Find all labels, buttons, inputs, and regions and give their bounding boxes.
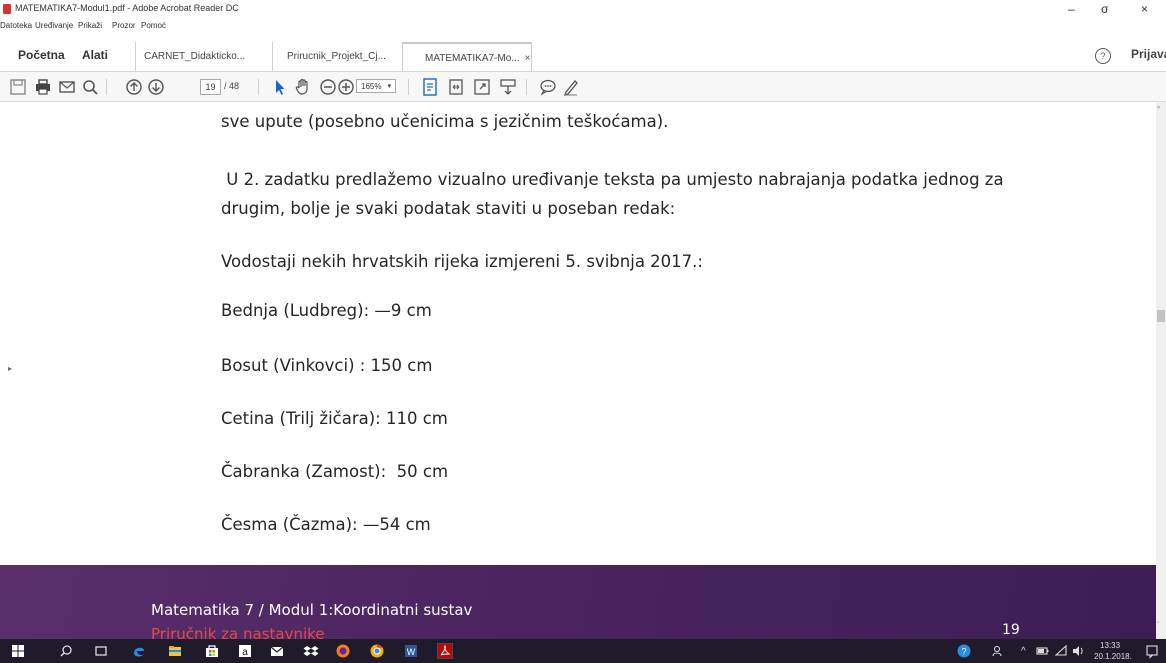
print-icon[interactable]: [33, 77, 53, 97]
notification-icon[interactable]: [1144, 643, 1160, 659]
close-window-button[interactable]: ×: [1141, 2, 1148, 16]
toolbar-divider: [408, 79, 409, 95]
footer-subtitle: Priručnik za nastavnike: [151, 625, 325, 639]
page-up-icon[interactable]: [124, 77, 144, 97]
maximize-button[interactable]: σ: [1101, 2, 1108, 16]
river-reading: Česma (Čazma): —54 cm: [221, 515, 431, 534]
document-text-line: sve upute (posebno učenicima s jezičnim …: [221, 112, 669, 131]
document-text-line: Vodostaji nekih hrvatskih rijeka izmjere…: [221, 252, 703, 271]
dropbox-icon[interactable]: [303, 643, 319, 659]
tab-close-icon[interactable]: ×: [525, 53, 531, 64]
document-tab-label: CARNET_Didakticko...: [144, 51, 246, 62]
svg-text:a: a: [242, 647, 248, 658]
select-cursor-icon[interactable]: [270, 77, 290, 97]
tab-home[interactable]: Početna: [18, 48, 65, 62]
footer-title: Matematika 7 / Modul 1:Koordinatni susta…: [151, 601, 473, 619]
title-bar: MATEMATIKA7-Modul1.pdf - Adobe Acrobat R…: [0, 0, 1166, 20]
firefox-icon[interactable]: [335, 643, 351, 659]
menu-file[interactable]: Datoteka: [0, 21, 32, 30]
zoom-level-select[interactable]: 165% ▾: [356, 79, 396, 93]
task-view-icon[interactable]: [93, 643, 109, 659]
menu-view[interactable]: Prikaži: [78, 21, 102, 30]
wifi-icon[interactable]: [1053, 643, 1069, 659]
zoom-in-icon[interactable]: [336, 77, 356, 97]
scrollbar-thumb[interactable]: [1157, 310, 1165, 322]
toolbar-divider: [526, 79, 527, 95]
sign-in-link[interactable]: Prijava: [1131, 47, 1166, 61]
fit-width-icon[interactable]: [446, 77, 466, 97]
document-text-line: drugim, bolje je svaki podatak staviti u…: [221, 199, 676, 218]
river-reading: Bosut (Vinkovci) : 150 cm: [221, 356, 433, 375]
tab-bar: Početna Alati CARNET_Didakticko... Priru…: [0, 42, 1166, 72]
windows-taskbar: a W ? ^ 13:33 20.1.2018.: [0, 639, 1166, 663]
cropped-text-line: [221, 102, 991, 108]
acrobat-app-icon: [3, 4, 11, 14]
windows-start-icon[interactable]: [10, 643, 26, 659]
page-footer-band: Matematika 7 / Modul 1:Koordinatni susta…: [0, 565, 1156, 639]
page-down-icon[interactable]: [146, 77, 166, 97]
minimize-button[interactable]: –: [1068, 2, 1075, 16]
page-number-input[interactable]: 19: [200, 79, 221, 95]
document-tab-active[interactable]: MATEMATIKA7-Mo... ×: [402, 42, 532, 71]
document-view[interactable]: sve upute (posebno učenicima s jezičnim …: [0, 102, 1156, 639]
comment-icon[interactable]: [538, 77, 558, 97]
edge-icon[interactable]: [131, 643, 147, 659]
word-icon[interactable]: W: [403, 643, 419, 659]
river-reading: Cetina (Trilj žičara): 110 cm: [221, 409, 448, 428]
help-tray-icon[interactable]: ?: [956, 643, 972, 659]
zoom-level-value: 165%: [361, 82, 382, 91]
store-icon[interactable]: [204, 643, 220, 659]
chrome-icon[interactable]: [369, 643, 385, 659]
menu-help[interactable]: Pomoć: [141, 21, 166, 30]
search-icon[interactable]: [58, 643, 74, 659]
acrobat-icon[interactable]: [437, 643, 453, 659]
amazon-icon[interactable]: a: [237, 643, 253, 659]
mail-icon[interactable]: [269, 643, 285, 659]
menu-bar: Datoteka Uređivanje Prikaži Prozor Pomoć: [0, 21, 600, 33]
pen-icon[interactable]: [561, 77, 581, 97]
scroll-up-icon[interactable]: ^: [1157, 106, 1160, 113]
window-title: MATEMATIKA7-Modul1.pdf - Adobe Acrobat R…: [15, 3, 239, 13]
email-icon[interactable]: [57, 77, 77, 97]
river-reading: Čabranka (Zamost): 50 cm: [221, 462, 449, 481]
save-icon[interactable]: [8, 77, 28, 97]
document-tab[interactable]: Prirucnik_Projekt_Cj...: [272, 42, 402, 71]
page-total: / 48: [224, 81, 240, 91]
battery-icon[interactable]: [1035, 643, 1051, 659]
toolbar-divider: [258, 79, 259, 95]
vertical-scrollbar[interactable]: ^ ˇ: [1156, 102, 1166, 639]
zoom-out-icon[interactable]: [318, 77, 338, 97]
side-panel-toggle-icon[interactable]: ▸: [8, 364, 12, 373]
document-tab-label: MATEMATIKA7-Mo...: [425, 53, 520, 64]
svg-text:W: W: [407, 647, 416, 657]
hand-tool-icon[interactable]: [293, 77, 313, 97]
menu-edit[interactable]: Uređivanje: [35, 21, 73, 30]
document-tab[interactable]: CARNET_Didakticko...: [135, 42, 265, 71]
fit-page-icon[interactable]: [420, 77, 440, 97]
scroll-down-icon[interactable]: ˇ: [1157, 622, 1159, 629]
help-icon[interactable]: ?: [1095, 48, 1111, 64]
document-tab-label: Prirucnik_Projekt_Cj...: [287, 51, 386, 62]
search-icon[interactable]: [80, 77, 100, 97]
people-icon[interactable]: [990, 643, 1006, 659]
toolbar-divider: [106, 79, 107, 95]
toolbar: 19 / 48 165% ▾: [0, 72, 1166, 102]
tab-tools[interactable]: Alati: [82, 48, 108, 62]
fullscreen-icon[interactable]: [472, 77, 492, 97]
document-text-line: U 2. zadatku predlažemo vizualno uređiva…: [221, 170, 1004, 189]
clock-date[interactable]: 20.1.2018.: [1094, 652, 1132, 661]
file-explorer-icon[interactable]: [167, 643, 183, 659]
clock-time[interactable]: 13:33: [1100, 641, 1120, 650]
tray-overflow-icon[interactable]: ^: [1021, 646, 1026, 657]
chevron-down-icon: ▾: [387, 83, 391, 90]
footer-page-number: 19: [1002, 622, 1020, 638]
menu-window[interactable]: Prozor: [112, 21, 136, 30]
highlight-icon[interactable]: [498, 77, 518, 97]
volume-icon[interactable]: [1070, 643, 1086, 659]
river-reading: Bednja (Ludbreg): —9 cm: [221, 301, 432, 320]
svg-text:?: ?: [961, 647, 966, 657]
